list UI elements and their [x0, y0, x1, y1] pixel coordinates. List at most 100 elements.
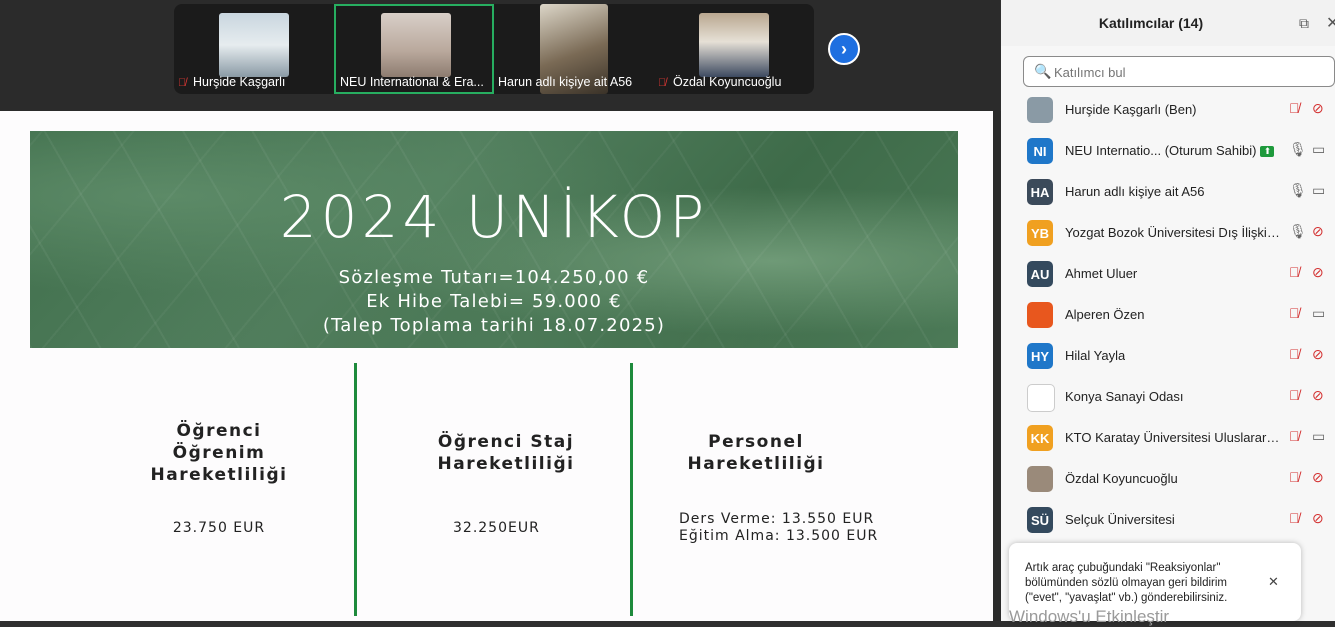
participant-name: Yozgat Bozok Üniversitesi Dış İlişkile..…	[1065, 225, 1281, 240]
participant-name-text: NEU Internatio... (Oturum Sahibi)	[1065, 143, 1257, 158]
muted-mic-icon[interactable]: 🎙̸	[1289, 387, 1300, 403]
participant-name-text: Konya Sanayi Odası	[1065, 389, 1184, 404]
thumbnail-2[interactable]: NEU International & Era...	[334, 4, 494, 94]
participant-name: KTO Karatay Üniversitesi Uluslarara...	[1065, 430, 1281, 445]
participants-panel: Katılımcılar (14) ⧉ ✕ 🔍 Hurşide Kaşgarlı…	[1001, 0, 1335, 626]
avatar: KK	[1027, 425, 1053, 451]
column-title-study: Öğrenci Öğrenim Hareketliliği	[150, 421, 288, 485]
participant-name: NEU Internatio... (Oturum Sahibi) ⬆	[1065, 143, 1275, 158]
slide-banner: 2024 UNİKOP Sözleşme Tutarı=104.250,00 €…	[30, 131, 958, 348]
muted-mic-icon[interactable]: 🎙̸	[1289, 264, 1300, 280]
participant-name: Alperen Özen	[1065, 307, 1145, 322]
slide-title: 2024 UNİKOP	[279, 183, 709, 251]
mic-icon[interactable]: 🎙	[1289, 223, 1307, 240]
close-icon[interactable]: ✕	[1326, 13, 1335, 33]
next-page-button[interactable]: ›	[828, 33, 860, 65]
thumbnail-1[interactable]: 🎙̸ Hurşide Kaşgarlı	[174, 4, 334, 94]
share-icon: ⬆	[1260, 146, 1275, 158]
muted-mic-icon[interactable]: 🎙̸	[1289, 428, 1300, 444]
thumbnail-4[interactable]: 🎙̸ Özdal Koyuncuoğlu	[654, 4, 814, 94]
participant-name: Konya Sanayi Odası	[1065, 389, 1184, 404]
avatar: AU	[1027, 261, 1053, 287]
muted-mic-icon[interactable]: 🎙̸	[1289, 469, 1300, 485]
participant-row[interactable]: Konya Sanayi Odası 🎙̸ ⊘	[1001, 377, 1335, 418]
search-icon: 🔍	[1034, 63, 1052, 79]
camera-off-icon[interactable]: ⊘	[1312, 346, 1324, 363]
shared-slide: 2024 UNİKOP Sözleşme Tutarı=104.250,00 €…	[0, 111, 993, 621]
search-input[interactable]	[1052, 61, 1326, 84]
participant-row[interactable]: Özdal Koyuncuoğlu 🎙̸ ⊘	[1001, 459, 1335, 500]
camera-icon[interactable]: ▭	[1312, 182, 1325, 199]
participant-search[interactable]: 🔍	[1023, 56, 1335, 87]
column-title-staff: Personel Hareketliliği	[687, 432, 825, 474]
camera-icon[interactable]: ▭	[1312, 141, 1325, 158]
avatar	[1027, 384, 1055, 412]
column-title-internship: Öğrenci Staj Hareketliliği	[437, 432, 575, 474]
mic-icon[interactable]: 🎙	[1289, 182, 1307, 199]
muted-mic-icon[interactable]: 🎙̸	[1289, 510, 1300, 526]
avatar: HA	[1027, 179, 1053, 205]
panel-header: Katılımcılar (14) ⧉ ✕	[1001, 0, 1335, 46]
participant-name-text: KTO Karatay Üniversitesi Uluslarara...	[1065, 430, 1281, 445]
panel-separator	[993, 111, 1001, 621]
participant-name-text: Alperen Özen	[1065, 307, 1145, 322]
participant-row[interactable]: Alperen Özen 🎙̸ ▭	[1001, 295, 1335, 336]
muted-mic-icon[interactable]: 🎙̸	[1289, 305, 1300, 321]
participant-name: Ahmet Uluer	[1065, 266, 1137, 281]
pop-out-icon[interactable]: ⧉	[1299, 15, 1309, 32]
participant-name-text: Ahmet Uluer	[1065, 266, 1138, 281]
participant-row[interactable]: AU Ahmet Uluer 🎙̸ ⊘	[1001, 254, 1335, 295]
camera-off-icon[interactable]: ⊘	[1312, 387, 1324, 404]
toast-close-icon[interactable]: ✕	[1268, 574, 1279, 590]
muted-mic-icon[interactable]: 🎙̸	[1289, 346, 1300, 362]
windows-activation-watermark: Windows'u Etkinleştir	[1009, 607, 1170, 626]
participant-name-text: Yozgat Bozok Üniversitesi Dış İlişkile..…	[1065, 225, 1281, 240]
column-divider	[630, 363, 633, 616]
muted-mic-icon: 🎙̸	[658, 77, 667, 89]
chevron-right-icon: ›	[841, 38, 847, 59]
muted-mic-icon[interactable]: 🎙̸	[1289, 100, 1300, 116]
avatar: SÜ	[1027, 507, 1053, 533]
camera-icon[interactable]: ▭	[1312, 428, 1325, 445]
contract-amount: Sözleşme Tutarı=104.250,00 €	[338, 267, 650, 288]
muted-mic-icon: 🎙̸	[178, 77, 187, 89]
participant-name-text: Özdal Koyuncuoğlu	[1065, 471, 1178, 486]
thumbnail-name: 🎙̸ Özdal Koyuncuoğlu	[658, 73, 810, 91]
participant-name: Harun adlı kişiye ait A56	[1065, 184, 1204, 199]
avatar	[1027, 466, 1053, 492]
column-value-internship: 32.250EUR	[453, 520, 540, 536]
panel-title: Katılımcılar (14)	[1098, 15, 1204, 31]
participant-row[interactable]: HA Harun adlı kişiye ait A56 🎙 ▭	[1001, 172, 1335, 213]
participant-name-text: Harun adlı kişiye ait A56	[1065, 184, 1205, 199]
participant-name-text: Hilal Yayla	[1065, 348, 1126, 363]
participant-row[interactable]: HY Hilal Yayla 🎙̸ ⊘	[1001, 336, 1335, 377]
toast-text: Artık araç çubuğundaki "Reaksiyonlar" bö…	[1025, 562, 1228, 604]
column-value-study: 23.750 EUR	[172, 520, 266, 536]
request-date: (Talep Toplama tarihi 18.07.2025)	[322, 315, 666, 336]
participant-name: Selçuk Üniversitesi	[1065, 512, 1175, 527]
participant-name-text: Selçuk Üniversitesi	[1065, 512, 1175, 527]
camera-off-icon[interactable]: ⊘	[1312, 469, 1324, 486]
camera-off-icon[interactable]: ⊘	[1312, 223, 1324, 240]
camera-off-icon[interactable]: ⊘	[1312, 100, 1324, 117]
participant-row[interactable]: Hurşide Kaşgarlı (Ben) 🎙̸ ⊘	[1001, 90, 1335, 131]
participant-row[interactable]: KK KTO Karatay Üniversitesi Uluslarara...…	[1001, 418, 1335, 459]
participant-name: Özdal Koyuncuoğlu	[1065, 471, 1178, 486]
participant-row[interactable]: NI NEU Internatio... (Oturum Sahibi) ⬆ 🎙 ▭	[1001, 131, 1335, 172]
thumbnail-3[interactable]: Harun adlı kişiye ait A56	[494, 4, 654, 94]
video-strip: 🎙̸ Hurşide Kaşgarlı NEU International & E…	[0, 0, 1000, 111]
column-value-staff: Ders Verme: 13.550 EUR Eğitim Alma: 13.5…	[679, 511, 879, 544]
avatar: HY	[1027, 343, 1053, 369]
camera-icon[interactable]: ▭	[1312, 305, 1325, 322]
participant-row[interactable]: SÜ Selçuk Üniversitesi 🎙̸ ⊘	[1001, 500, 1335, 541]
camera-off-icon[interactable]: ⊘	[1312, 264, 1324, 281]
extra-grant: Ek Hibe Talebi= 59.000 €	[366, 291, 622, 312]
camera-off-icon[interactable]: ⊘	[1312, 510, 1324, 527]
thumbnail-name: NEU International & Era...	[340, 75, 484, 89]
participant-row[interactable]: YB Yozgat Bozok Üniversitesi Dış İlişkile…	[1001, 213, 1335, 254]
avatar	[1027, 302, 1053, 328]
avatar	[1027, 97, 1053, 123]
participant-video	[381, 13, 451, 77]
mic-icon[interactable]: 🎙	[1289, 141, 1307, 158]
participant-video	[699, 13, 769, 77]
